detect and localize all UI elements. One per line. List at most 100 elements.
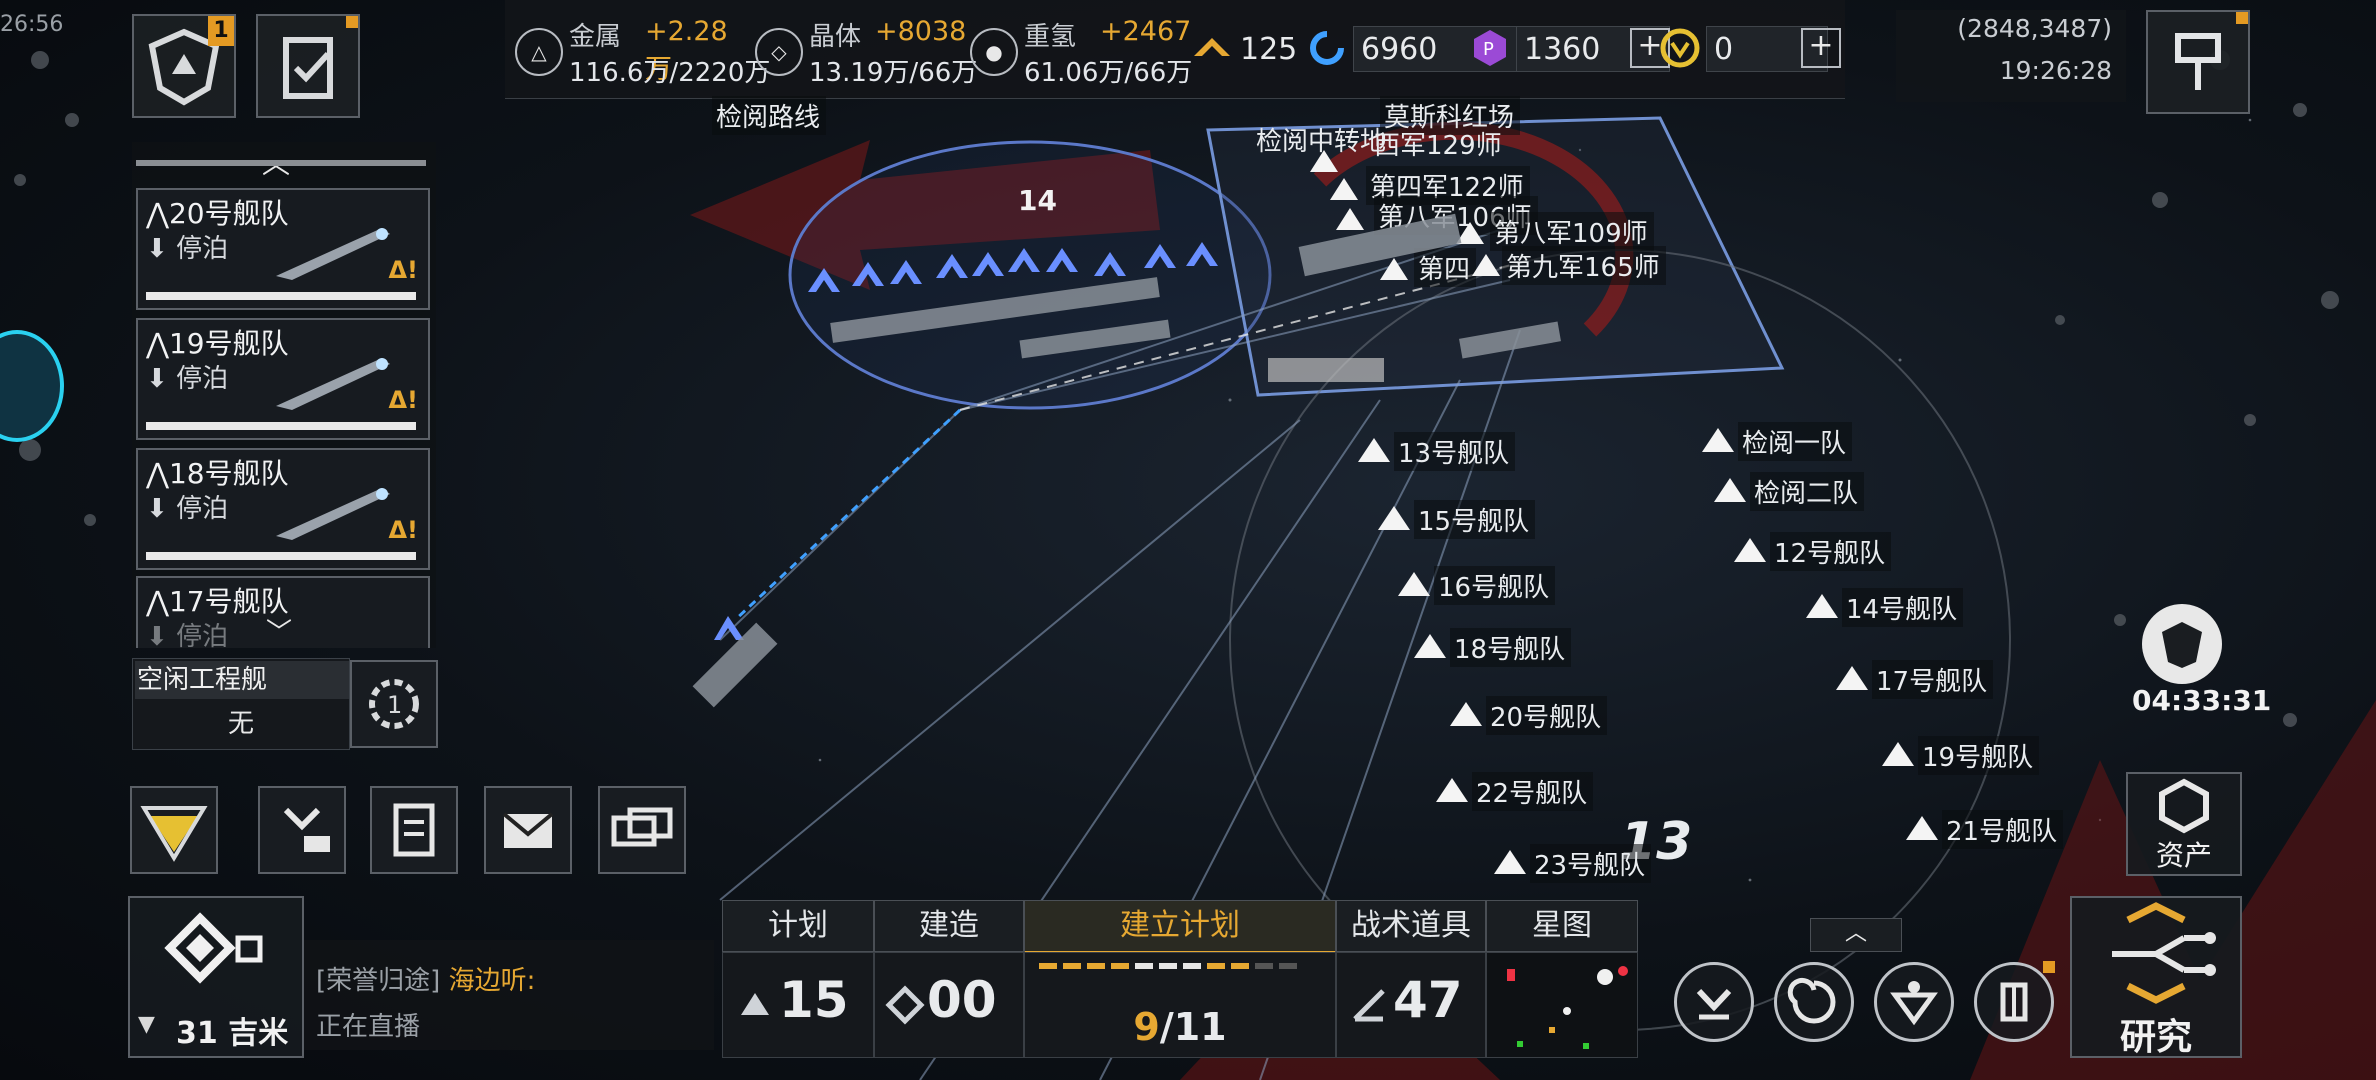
map-fleet-label[interactable]: 17号舰队	[1872, 660, 1994, 699]
fleet-hp-bar	[146, 552, 416, 560]
map-fleet-label[interactable]: 16号舰队	[1434, 566, 1556, 605]
fleet-formation-button[interactable]	[1874, 962, 1954, 1042]
segment	[1135, 963, 1153, 969]
alliance-badge: 1	[208, 16, 234, 46]
energy-chevron-icon	[1194, 38, 1230, 56]
metal-icon: △	[515, 28, 563, 76]
premium-hex-icon: P	[1474, 30, 1506, 66]
map-fleet-label[interactable]: 20号舰队	[1486, 696, 1608, 735]
segment	[1039, 963, 1057, 969]
collapse-up-icon[interactable]: ︿	[1810, 918, 1902, 952]
gear-one-icon: 1	[369, 679, 419, 729]
map-fleet-label[interactable]: 13号舰队	[1394, 432, 1516, 471]
warning-icon: Δ!	[388, 516, 418, 544]
map-fleet-label[interactable]: 19号舰队	[1918, 736, 2040, 775]
minimap[interactable]	[1486, 952, 1638, 1058]
download-button[interactable]	[1674, 962, 1754, 1042]
premium-value: 1360	[1524, 32, 1601, 67]
fleet-status-text: 停泊	[176, 234, 229, 264]
fleet-status-text: 停泊	[176, 494, 229, 524]
build-count-cell[interactable]: 00	[874, 952, 1024, 1058]
chat-panel[interactable]: [荣誉归途] 海边听: 正在直播	[304, 940, 714, 1050]
map-fleet-label[interactable]: 12号舰队	[1770, 532, 1892, 571]
document-icon	[393, 803, 435, 857]
credits-value: 6960	[1361, 32, 1438, 67]
fleet-name: ⋀19号舰队	[146, 327, 289, 360]
tab-tactical-items[interactable]: 战术道具	[1336, 900, 1486, 952]
map-fleet-label[interactable]: 检阅一队	[1738, 422, 1853, 461]
gold-counter[interactable]: 0 +	[1658, 24, 1841, 74]
fleet-card[interactable]: ⋀18号舰队 ⬇ 停泊 Δ!	[136, 448, 430, 570]
locate-button[interactable]	[2146, 10, 2250, 114]
energy-counter[interactable]: 125	[1190, 24, 1300, 74]
tab-create-plan[interactable]: 建立计划	[1024, 900, 1336, 954]
map-fleet-label[interactable]: 22号舰队	[1472, 772, 1594, 811]
mail-button[interactable]	[484, 786, 572, 874]
crystal-icon: ◇	[755, 28, 803, 76]
fleet-name: ⋀18号舰队	[146, 457, 289, 490]
resource-metal[interactable]: △ 金属 +2.28万 116.6万/2220万	[515, 12, 770, 88]
coordinate-readout: (2848,3487)	[1957, 14, 2112, 43]
map-fleet-label[interactable]: 14号舰队	[1842, 588, 1964, 627]
filter-button[interactable]	[130, 786, 218, 874]
fleet-card[interactable]: ⋀19号舰队 ⬇ 停泊 Δ!	[136, 318, 430, 440]
plan-count-cell[interactable]: 15	[722, 952, 874, 1058]
expand-arrow-icon[interactable]: ▼	[138, 1012, 155, 1037]
division-label[interactable]: 第九军165师	[1502, 246, 1666, 285]
scroll-down-icon[interactable]: ﹀	[266, 612, 292, 648]
plan-count: 15	[779, 971, 849, 1029]
assets-label: 资产	[2155, 839, 2212, 872]
tactics-count-cell[interactable]: 47	[1336, 952, 1486, 1058]
tab-star-map[interactable]: 星图	[1486, 900, 1638, 952]
clock-partial: 26:56	[0, 12, 64, 37]
resource-crystal[interactable]: ◇ 晶体 +8038 13.19万/66万	[755, 12, 977, 88]
map-fleet-label[interactable]: 18号舰队	[1450, 628, 1572, 667]
mail-icon	[502, 812, 554, 848]
fleet-status-text: 停泊	[176, 622, 229, 648]
vortex-button[interactable]	[1774, 962, 1854, 1042]
alliance-timer-icon[interactable]	[2142, 604, 2222, 684]
deuterium-icon: ●	[970, 28, 1018, 76]
map-fleet-label[interactable]: 23号舰队	[1530, 844, 1652, 883]
division-label[interactable]: 西军129师	[1370, 124, 1508, 163]
tab-build[interactable]: 建造	[874, 900, 1024, 952]
chat-message: 正在直播	[316, 1012, 421, 1042]
commander-button[interactable]	[1974, 961, 2055, 1042]
map-fleet-label[interactable]: 15号舰队	[1414, 500, 1536, 539]
shield-v-icon	[2162, 622, 2202, 668]
gold-value: 0	[1714, 32, 1734, 67]
idle-engineer-panel[interactable]: 空闲工程舰 无	[132, 658, 350, 750]
research-button[interactable]: 研究	[2070, 896, 2242, 1058]
alliance-button[interactable]: 1	[132, 14, 236, 118]
map-fleet-label[interactable]: 检阅二队	[1750, 472, 1865, 511]
resource-delta: +2467	[1100, 16, 1192, 47]
tasks-button[interactable]	[256, 14, 360, 118]
segment	[1231, 963, 1249, 969]
assets-button[interactable]: 资产	[2126, 772, 2242, 876]
tab-plan[interactable]: 计划	[722, 900, 874, 952]
report-button[interactable]	[370, 786, 458, 874]
segment	[1111, 963, 1129, 969]
fleet-list[interactable]: ︿ ⋀20号舰队 ⬇ 停泊 Δ! ⋀19号舰队 ⬇ 停泊 Δ! ⋀18号舰队 ⬇…	[132, 142, 436, 648]
plan-icon	[741, 993, 769, 1015]
fleet-card[interactable]: ⋀20号舰队 ⬇ 停泊 Δ!	[136, 188, 430, 310]
add-gold-button[interactable]: +	[1801, 28, 1841, 68]
fleet-status: ⬇ 停泊	[146, 234, 229, 264]
funnel-triangle-icon	[140, 806, 208, 862]
fleet-status: ⬇ 停泊	[146, 364, 229, 394]
zoom-panel[interactable]: 31 吉米 ▼	[128, 896, 304, 1058]
map-fleet-label[interactable]: 21号舰队	[1942, 810, 2064, 849]
segment	[1183, 963, 1201, 969]
review-route-label: 检阅路线	[712, 96, 827, 135]
engineer-settings-button[interactable]: 1	[350, 660, 438, 748]
resource-deuterium[interactable]: ● 重氢 +2467 61.06万/66万	[970, 12, 1192, 88]
division-label[interactable]: 第四	[1414, 248, 1477, 287]
chat-button[interactable]	[598, 786, 686, 874]
fleet-name: ⋀20号舰队	[146, 197, 289, 230]
progress-current: 9	[1133, 1005, 1160, 1049]
server-time: 19:26:28	[1999, 56, 2112, 85]
idle-engineer-value: 无	[227, 709, 254, 739]
notify-dot	[346, 16, 358, 28]
dispatch-button[interactable]	[258, 786, 346, 874]
plan-progress-cell[interactable]: 9/11	[1024, 952, 1336, 1058]
